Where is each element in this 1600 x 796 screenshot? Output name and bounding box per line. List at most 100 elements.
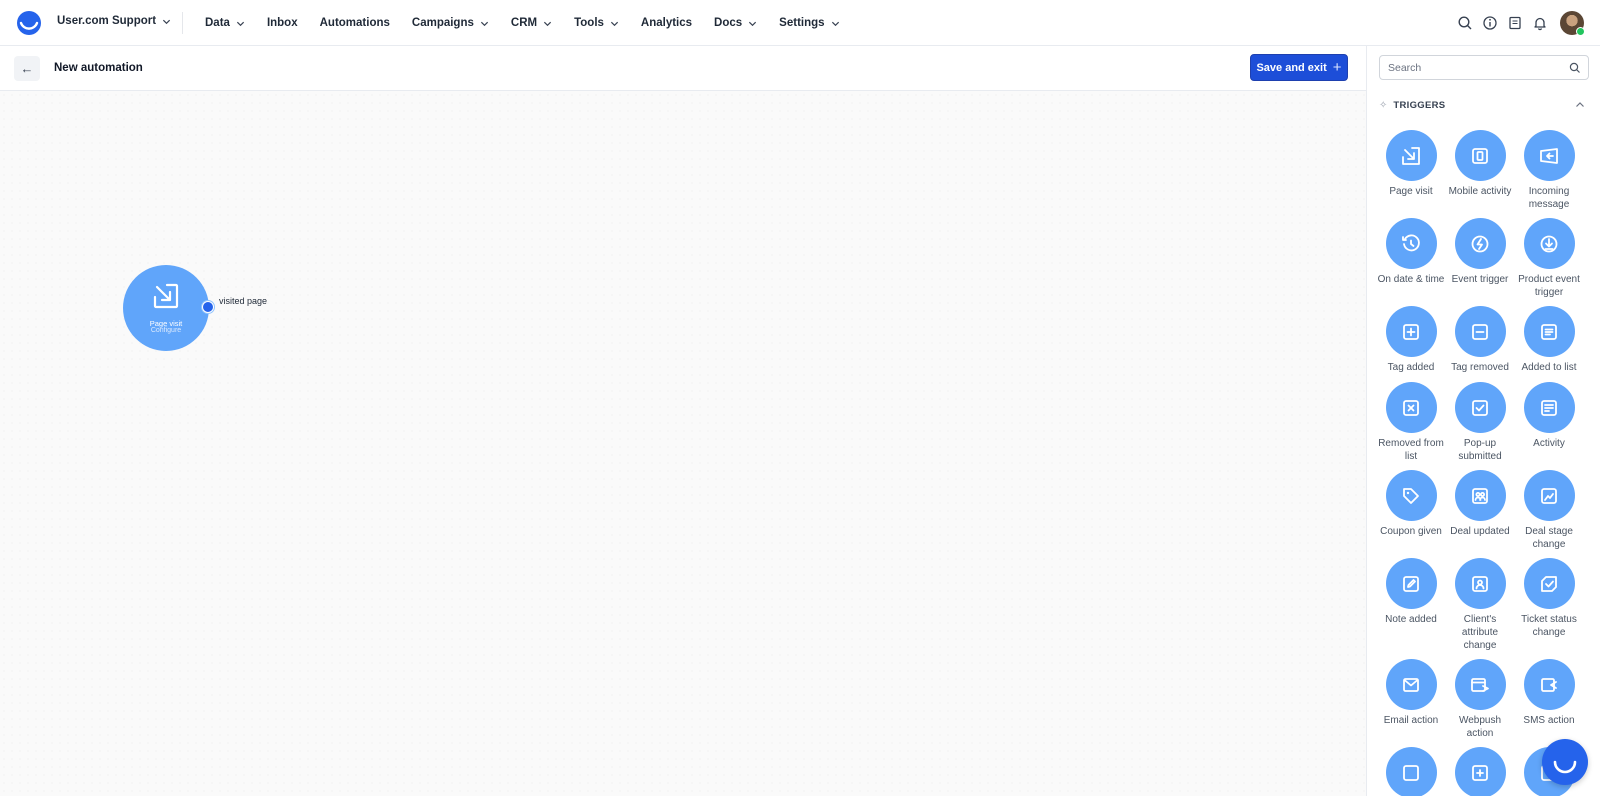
main-nav: Data Inbox Automations Campaigns CRM Tools Ana…: [205, 0, 862, 46]
activity-icon: [1541, 399, 1557, 416]
trigger-client-s-attribute-change[interactable]: Client's attribute change: [1445, 558, 1515, 652]
trigger-label: Mobile activity: [1448, 186, 1512, 197]
nav-item-inbox[interactable]: Inbox: [267, 17, 298, 29]
list-icon: [1541, 323, 1557, 340]
chat-widget-button[interactable]: [1542, 739, 1588, 785]
trigger-activity[interactable]: Activity: [1514, 382, 1584, 450]
more-2-icon: [1472, 764, 1488, 781]
trigger-icon-circle: [1385, 218, 1437, 269]
user-com-logo-icon[interactable]: [16, 10, 42, 36]
chevron-down-icon: [749, 21, 757, 26]
trigger-tag-removed[interactable]: Tag removed: [1445, 306, 1515, 374]
bell-icon[interactable]: [1532, 15, 1548, 31]
tag-icon: [1403, 487, 1419, 504]
node-output-port[interactable]: [202, 301, 214, 313]
trigger-icon-circle: [1385, 130, 1437, 181]
trigger-added-to-list[interactable]: Added to list: [1514, 306, 1584, 374]
incoming-message-icon: [1540, 147, 1558, 164]
chevron-down-icon: [544, 21, 552, 26]
trigger-icon-circle: [1523, 558, 1575, 609]
nav-item-docs[interactable]: Docs: [714, 17, 757, 29]
page-title: New automation: [54, 62, 143, 74]
triggers-section-header[interactable]: ✧ TRIGGERS: [1379, 98, 1589, 112]
trigger-webpush-action[interactable]: Webpush action: [1445, 659, 1515, 740]
nav-item-label: CRM: [510, 17, 538, 29]
trigger-ticket-status-change[interactable]: Ticket status change: [1514, 558, 1584, 639]
trigger-on-date-time[interactable]: On date & time: [1376, 218, 1446, 286]
trigger-page-visit[interactable]: Page visit: [1376, 130, 1446, 198]
info-icon[interactable]: [1482, 15, 1498, 31]
trigger-icon-circle: [1523, 306, 1575, 357]
trigger-deal-updated[interactable]: Deal updated: [1445, 470, 1515, 538]
trigger-more-2[interactable]: [1445, 747, 1515, 796]
nav-item-tools[interactable]: Tools: [574, 17, 619, 29]
trigger-icon-circle: [1454, 558, 1506, 609]
trigger-label: Product event trigger: [1518, 274, 1580, 298]
trigger-deal-stage-change[interactable]: Deal stage change: [1514, 470, 1584, 551]
trigger-label: Incoming message: [1528, 186, 1570, 210]
nav-item-label: Docs: [714, 17, 743, 29]
plus-icon: +: [1332, 59, 1342, 76]
search-icon[interactable]: [1457, 15, 1473, 31]
clock-icon: [1402, 234, 1420, 251]
page-visit-icon: [153, 283, 179, 309]
node-configure-link[interactable]: Configure: [123, 327, 209, 334]
chevron-down-icon: [162, 19, 171, 24]
trigger-label: Tag added: [1387, 362, 1435, 373]
trigger-icon-circle: [1385, 306, 1437, 357]
trigger-more-1[interactable]: [1376, 747, 1446, 796]
trigger-product-event-trigger[interactable]: Product event trigger: [1514, 218, 1584, 299]
trigger-email-action[interactable]: Email action: [1376, 659, 1446, 727]
top-navbar: User.com Support Data Inbox Automations Cam…: [0, 0, 1600, 46]
trigger-tag-added[interactable]: Tag added: [1376, 306, 1446, 374]
page-visit-icon: [1402, 146, 1420, 165]
nav-item-analytics[interactable]: Analytics: [641, 17, 692, 29]
chevron-down-icon: [831, 21, 839, 26]
trigger-note-added[interactable]: Note added: [1376, 558, 1446, 626]
trigger-icon-circle: [1454, 306, 1506, 357]
nav-item-settings[interactable]: Settings: [779, 17, 839, 29]
chevron-down-icon: [480, 21, 488, 26]
download-icon: [1540, 235, 1558, 252]
trigger-icon-circle: [1523, 130, 1575, 181]
bolt-icon: [1471, 235, 1489, 252]
chevron-up-icon[interactable]: [1575, 100, 1585, 110]
trigger-label: Webpush action: [1458, 715, 1502, 739]
trigger-icon-circle: [1385, 747, 1437, 796]
chat-logo-icon: [1553, 760, 1577, 774]
trigger-event-trigger[interactable]: Event trigger: [1445, 218, 1515, 286]
search-input[interactable]: [1380, 56, 1588, 79]
mobile-icon: [1472, 147, 1488, 164]
trigger-removed-from-list[interactable]: Removed from list: [1376, 382, 1446, 463]
nav-item-label: Data: [205, 17, 230, 29]
docs-book-icon[interactable]: [1507, 15, 1523, 31]
save-button-label: Save and exit: [1256, 61, 1327, 74]
chevron-down-icon: [610, 21, 618, 26]
nav-item-campaigns[interactable]: Campaigns: [412, 17, 489, 29]
trigger-icon-circle: [1454, 659, 1506, 710]
trigger-label: Deal updated: [1450, 526, 1510, 537]
trigger-label: Note added: [1385, 614, 1437, 625]
user-avatar[interactable]: [1560, 11, 1585, 36]
automation-canvas[interactable]: Page visit Configure visited page: [0, 91, 1366, 796]
trigger-sms-action[interactable]: SMS action: [1514, 659, 1584, 727]
sms-icon: [1541, 677, 1557, 692]
page-visit-node[interactable]: Page visit Configure: [123, 265, 209, 351]
nav-item-automations[interactable]: Automations: [320, 17, 390, 29]
nav-item-data[interactable]: Data: [205, 17, 245, 29]
back-button[interactable]: ←: [14, 56, 40, 81]
trigger-incoming-message[interactable]: Incoming message: [1514, 130, 1584, 211]
trigger-coupon-given[interactable]: Coupon given: [1376, 470, 1446, 538]
search-icon[interactable]: [1569, 62, 1581, 74]
trigger-pop-up-submitted[interactable]: Pop-up submitted: [1445, 382, 1515, 463]
trigger-label: Ticket status change: [1521, 614, 1577, 638]
trigger-label: Deal stage change: [1525, 526, 1573, 550]
trigger-mobile-activity[interactable]: Mobile activity: [1445, 130, 1515, 198]
save-and-exit-button[interactable]: Save and exit +: [1250, 54, 1348, 81]
nav-divider: [182, 12, 183, 34]
nav-item-label: Settings: [779, 17, 825, 29]
trigger-label: SMS action: [1523, 715, 1575, 726]
nav-item-crm[interactable]: CRM: [511, 17, 552, 29]
workspace-switcher[interactable]: User.com Support: [57, 15, 171, 27]
trigger-icon-circle: [1523, 470, 1575, 521]
